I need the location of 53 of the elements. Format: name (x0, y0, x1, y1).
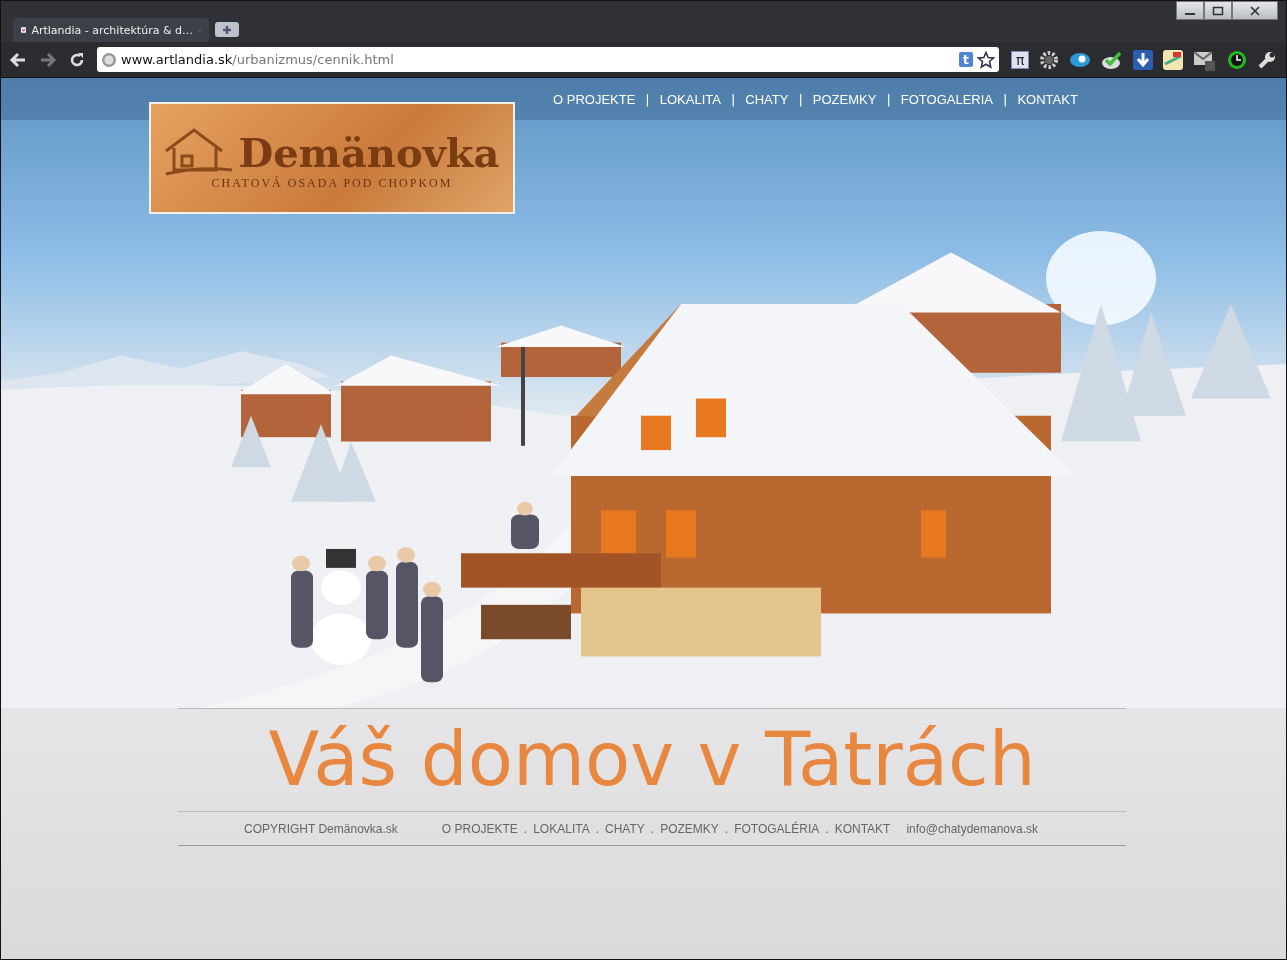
extension-badge[interactable]: t (958, 52, 973, 67)
wrench-icon[interactable] (1257, 49, 1278, 70)
footer-link[interactable]: O PROJEKTE (441, 821, 518, 836)
footer-link[interactable]: CHATY (605, 821, 645, 836)
new-tab-button[interactable] (215, 22, 239, 37)
tab-title: Artlandia - architektúra & d… (31, 23, 193, 37)
close-icon (1249, 5, 1261, 16)
reload-icon[interactable] (69, 51, 85, 68)
nav-link[interactable]: CHATY (745, 91, 789, 107)
footer-separator: . (523, 821, 528, 836)
download-icon[interactable] (1133, 49, 1154, 70)
nav-separator: | (730, 91, 736, 107)
minimize-icon (1185, 12, 1195, 15)
email-link[interactable]: info@chatydemanova.sk (906, 821, 1038, 836)
forward-icon[interactable] (39, 51, 57, 68)
back-icon[interactable] (9, 51, 27, 68)
nav-link[interactable]: LOKALITA (659, 91, 721, 107)
star-icon[interactable] (977, 50, 995, 69)
url-text: www.artlandia.sk/urbanizmus/cennik.html (121, 52, 395, 67)
gear-icon[interactable] (1039, 49, 1060, 70)
logo-name: Demänovka (238, 128, 500, 176)
footer-separator: . (650, 821, 655, 836)
nav-separator: | (798, 91, 803, 107)
maximize-icon (1212, 5, 1224, 16)
footer-separator: . (724, 821, 729, 836)
footer-link[interactable]: LOKALITA (533, 821, 590, 836)
plus-icon (220, 23, 234, 36)
logo-tagline: CHATOVÁ OSADA POD CHOPKOM (211, 175, 453, 191)
footer-link[interactable]: FOTOGALÉRIA (734, 821, 820, 836)
browser-tab[interactable]: Artlandia - architektúra & d… (13, 18, 209, 42)
footer-link[interactable]: KONTAKT (834, 821, 891, 836)
footer-separator: . (595, 821, 599, 836)
nav-link[interactable]: FOTOGALERIA (900, 91, 994, 107)
nav-link[interactable]: KONTAKT (1017, 91, 1078, 107)
address-bar[interactable]: www.artlandia.sk/urbanizmus/cennik.html t (97, 47, 999, 72)
clock-icon[interactable] (1227, 49, 1248, 70)
minimize-button[interactable] (1176, 1, 1204, 20)
copyright-text: COPYRIGHT Demänovka.sk (244, 821, 398, 836)
nav-link[interactable]: POZEMKY (812, 91, 877, 107)
mail-icon[interactable] (1193, 48, 1218, 71)
nav-link[interactable]: O PROJEKTE (553, 91, 636, 107)
headline: Váš domov v Tatrách (178, 709, 1126, 812)
footer-separator: . (825, 821, 829, 836)
extension-button[interactable]: π (1011, 50, 1030, 69)
footer-link[interactable]: POZEMKY (660, 821, 719, 836)
wooden-logo-sign[interactable]: Demänovka CHATOVÁ OSADA POD CHOPKOM (149, 102, 515, 214)
maximize-button[interactable] (1204, 1, 1232, 20)
nav-separator: | (886, 91, 891, 107)
checkmark-icon[interactable] (1101, 49, 1124, 70)
close-window-button[interactable] (1232, 1, 1278, 20)
nav-separator: | (1003, 91, 1008, 107)
cabin-icon (164, 125, 235, 176)
nav-separator: | (645, 91, 650, 107)
